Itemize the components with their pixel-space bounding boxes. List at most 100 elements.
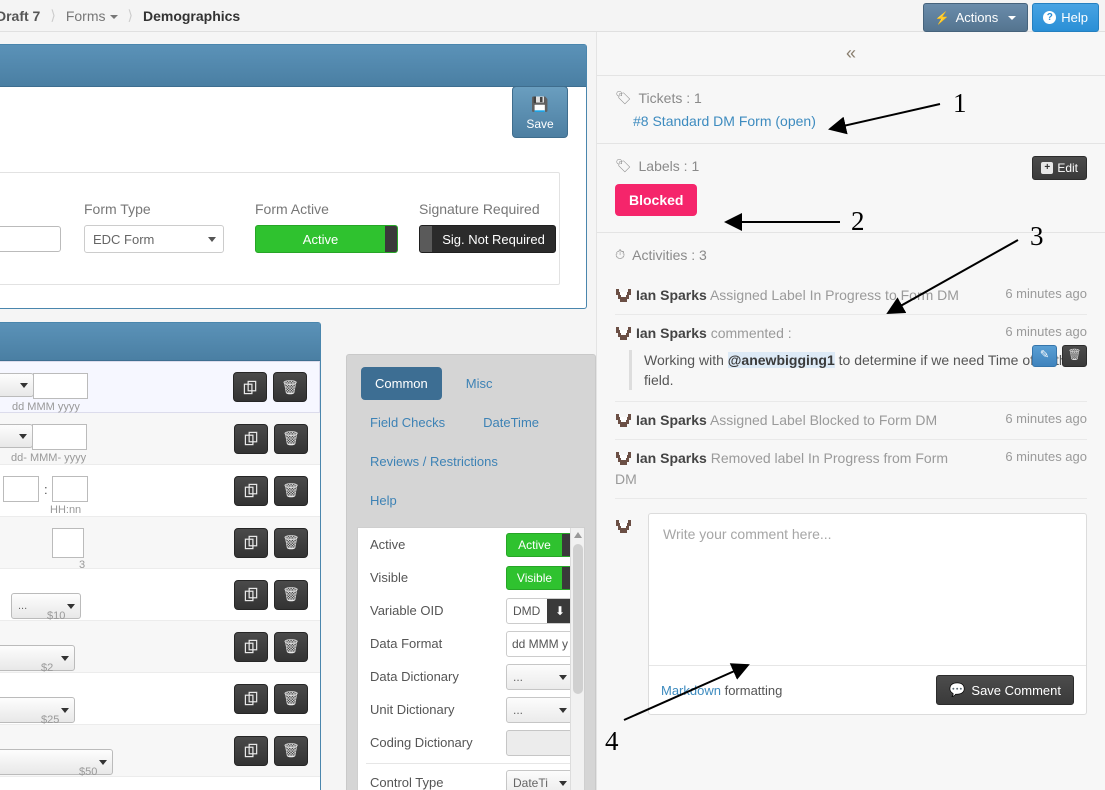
row-action-buttons: 🗑 (234, 735, 308, 766)
field-date-input[interactable] (32, 424, 87, 450)
activities-section: ⏱ Activities : 3 (597, 233, 1105, 263)
comment-box: Markdown formatting 💬 Save Comment (648, 513, 1087, 716)
tab-field-checks[interactable]: Field Checks (361, 406, 459, 439)
edit-labels-button[interactable]: + Edit (1032, 156, 1087, 180)
duplicate-field-button[interactable] (234, 631, 268, 662)
delete-field-button[interactable]: 🗑 (274, 631, 308, 662)
duplicate-field-button[interactable] (234, 579, 268, 610)
delete-comment-button[interactable]: 🗑 (1062, 345, 1087, 368)
signature-required-toggle[interactable]: Sig. Not Required (419, 225, 556, 253)
duplicate-field-button[interactable] (234, 475, 268, 506)
property-select[interactable]: ... (506, 696, 574, 723)
duplicate-field-button[interactable] (233, 372, 267, 402)
table-row[interactable]: 3 🗑 (0, 517, 320, 571)
chevron-down-icon (559, 780, 567, 786)
status-badge[interactable]: Blocked (615, 184, 698, 216)
row-action-buttons: 🗑 (234, 527, 308, 558)
breadcrumb-item-draft[interactable]: Draft 7 (0, 8, 46, 24)
tab-common[interactable]: Common (361, 367, 442, 400)
edit-comment-button[interactable]: ✎ (1032, 345, 1057, 368)
delete-field-button[interactable]: 🗑 (274, 423, 308, 454)
annotation-number-4: 4 (605, 726, 619, 756)
chevron-down-icon (208, 237, 216, 242)
properties-scrollbar[interactable] (570, 528, 584, 790)
form-active-toggle[interactable]: Active (255, 225, 398, 253)
table-row[interactable]: $50 🗑 (0, 725, 320, 778)
property-row: Unit Dictionary... (358, 693, 584, 726)
table-row[interactable]: ... dd- MMM- yyyy 🗑 (0, 413, 320, 465)
form-type-value: EDC Form (93, 231, 155, 247)
activity-user: Ian Sparks (636, 287, 707, 303)
activities-title-row: ⏱ Activities : 3 (615, 247, 1087, 263)
property-row: Data Format dd MMM y (358, 627, 584, 660)
save-comment-button[interactable]: 💬 Save Comment (936, 675, 1074, 706)
property-select[interactable]: DateTi (506, 769, 574, 790)
tab-reviews-restrictions[interactable]: Reviews / Restrictions (361, 445, 512, 478)
tab-help[interactable]: Help (361, 484, 411, 517)
form-name-input[interactable] (0, 226, 61, 252)
field-number-input[interactable] (52, 528, 84, 558)
breadcrumb-item-forms[interactable]: Forms (60, 8, 124, 24)
composer-avatar (615, 513, 636, 715)
duplicate-field-button[interactable] (234, 527, 268, 558)
variable-oid-field[interactable]: DMD ⬇ (506, 597, 574, 624)
chevron-down-icon (19, 434, 27, 439)
chevron-down-icon (20, 383, 28, 388)
comment-box-footer: Markdown formatting 💬 Save Comment (649, 665, 1086, 714)
property-select[interactable]: ... (506, 663, 574, 690)
property-row: Coding Dictionary (358, 726, 584, 759)
actions-button[interactable]: ⚡ Actions (922, 3, 1029, 32)
chevron-down-icon (559, 707, 567, 713)
table-row[interactable]: : HH:nn 🗑 (0, 465, 320, 517)
table-row[interactable]: ... dd MMM yyyy 🗑 (0, 361, 320, 413)
coding-dictionary-field[interactable] (506, 729, 574, 756)
scroll-up-arrow-icon[interactable] (574, 532, 582, 538)
delete-field-button[interactable]: 🗑 (273, 372, 307, 402)
property-toggle[interactable]: Visible (506, 565, 574, 590)
collapse-sidebar-button[interactable]: « (597, 32, 1105, 76)
tab-datetime[interactable]: DateTime (469, 406, 553, 439)
field-month-select[interactable]: ... (0, 424, 33, 448)
list-item: Ian Sparks Assigned Label In Progress to… (615, 277, 1087, 316)
chevron-down-icon (67, 603, 75, 609)
scrollbar-thumb[interactable] (573, 544, 583, 694)
field-value-select[interactable] (0, 644, 75, 671)
property-label: Unit Dictionary (370, 701, 455, 717)
field-format-hint: $50 (79, 766, 98, 778)
field-value-select[interactable] (0, 696, 75, 723)
table-row[interactable]: $2 🗑 (0, 621, 320, 674)
field-month-select[interactable]: ... (0, 373, 34, 397)
duplicate-field-button[interactable] (234, 423, 268, 454)
ticket-link[interactable]: #8 Standard DM Form (open) (633, 113, 1087, 129)
delete-field-button[interactable]: 🗑 (274, 735, 308, 766)
help-button[interactable]: ? Help (1032, 3, 1099, 32)
table-row[interactable]: ... $10 🗑 (0, 569, 320, 622)
signature-required-label: Signature Required (419, 201, 540, 217)
property-tabs: Common Misc Field Checks DateTime Review… (347, 355, 595, 529)
tab-misc[interactable]: Misc (452, 367, 507, 400)
table-row[interactable]: $25 🗑 (0, 673, 320, 726)
field-value-select[interactable]: ... (11, 592, 81, 619)
avatar (615, 452, 632, 466)
clock-icon: ⏱ (615, 247, 626, 262)
duplicate-field-button[interactable] (234, 683, 268, 714)
comment-input[interactable] (649, 514, 1086, 663)
duplicate-field-button[interactable] (234, 735, 268, 766)
form-panel-header (0, 45, 586, 87)
comment-composer: Markdown formatting 💬 Save Comment (597, 499, 1105, 729)
delete-field-button[interactable]: 🗑 (274, 527, 308, 558)
save-button[interactable]: 💾 Save (512, 86, 568, 138)
chevron-down-icon (61, 707, 69, 713)
data-format-field[interactable]: dd MMM y (506, 630, 574, 657)
field-minute-input[interactable] (52, 476, 88, 502)
markdown-link[interactable]: Markdown (661, 683, 721, 698)
delete-field-button[interactable]: 🗑 (274, 475, 308, 506)
form-type-select[interactable]: EDC Form (84, 225, 224, 253)
field-hour-input[interactable] (3, 476, 39, 502)
property-toggle[interactable]: Active (506, 532, 574, 557)
delete-field-button[interactable]: 🗑 (274, 579, 308, 610)
field-date-input[interactable] (33, 373, 88, 399)
form-fields-panel: ...dd MMM yyyy🗑...dd- MMM- yyyy🗑:HH:nn🗑3… (0, 322, 321, 790)
delete-field-button[interactable]: 🗑 (274, 683, 308, 714)
activities-title: Activities : 3 (632, 247, 707, 263)
